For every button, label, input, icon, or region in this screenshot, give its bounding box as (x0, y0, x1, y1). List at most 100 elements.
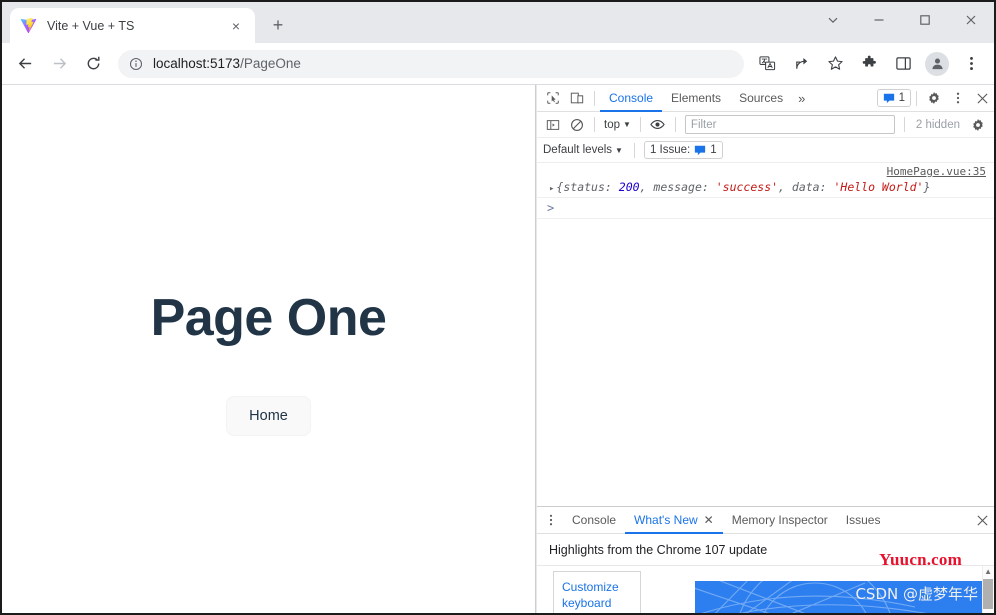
divider (674, 117, 676, 132)
issues-badge[interactable]: 1 (876, 89, 911, 107)
issue-chip-count: 1 (710, 144, 717, 156)
drawer-tab-console[interactable]: Console (563, 507, 625, 534)
home-button[interactable]: Home (226, 396, 311, 436)
side-panel-icon[interactable] (888, 49, 918, 79)
minimize-icon[interactable] (856, 2, 902, 38)
inspect-element-icon[interactable] (542, 87, 564, 109)
reload-icon[interactable] (78, 49, 108, 79)
log-key-status: status: (563, 180, 612, 194)
whats-new-hero-image (695, 581, 994, 613)
whats-new-card[interactable]: Customize keyboard (553, 571, 641, 613)
browser-tab[interactable]: Vite + Vue + TS × (10, 8, 255, 43)
tab-sources[interactable]: Sources (730, 85, 792, 112)
console-log-entry[interactable]: HomePage.vue:35 ▸ {status: 200, message: … (537, 163, 994, 198)
log-key-data: data: (784, 180, 827, 194)
drawer-tab-issues[interactable]: Issues (837, 507, 890, 534)
bookmark-star-icon[interactable] (820, 49, 850, 79)
devtools-more-three-dot-icon[interactable] (947, 87, 969, 109)
tab-console[interactable]: Console (600, 85, 662, 112)
issue-count-label: 1 Issue: (649, 144, 691, 156)
whats-new-panel: Highlights from the Chrome 107 update Cu… (537, 534, 994, 613)
issue-message-icon (694, 144, 706, 156)
profile-avatar[interactable] (922, 49, 952, 79)
devtools-settings-gear-icon[interactable] (923, 87, 945, 109)
console-output: HomePage.vue:35 ▸ {status: 200, message: … (537, 163, 994, 506)
more-tabs-chevron-icon[interactable]: » (792, 91, 811, 106)
url-host: localhost:5173 (153, 56, 241, 71)
console-prompt[interactable]: > (537, 198, 994, 219)
divider (633, 142, 635, 158)
drawer-tab-label: Console (572, 513, 617, 527)
page-content: Page One Home (2, 85, 535, 436)
drawer-tab-label: Issues (845, 513, 881, 527)
devtools-close-icon[interactable] (971, 87, 993, 109)
address-bar-url: localhost:5173/PageOne (153, 56, 301, 71)
log-value-message: 'success' (715, 180, 779, 194)
forward-arrow-icon[interactable] (44, 49, 74, 79)
whats-new-body: Customize keyboard ▲ (537, 566, 994, 613)
drawer-tab-close-icon[interactable]: ✕ (704, 513, 714, 527)
log-close-brace: } (923, 180, 931, 194)
divider (916, 90, 917, 106)
share-icon[interactable] (786, 49, 816, 79)
issue-message-icon (883, 92, 895, 104)
page-title: Page One (150, 289, 387, 347)
translate-icon[interactable] (752, 49, 782, 79)
drawer-tab-label: What's New (634, 513, 698, 527)
console-context-label: top (604, 118, 620, 131)
tab-close-icon[interactable]: × (227, 17, 245, 35)
console-source-link[interactable]: HomePage.vue:35 (887, 165, 986, 178)
console-log-levels-selector[interactable]: Default levels ▼ (543, 144, 629, 156)
toolbar-right-actions (750, 49, 988, 79)
tab-title: Vite + Vue + TS (47, 18, 135, 33)
window-close-icon[interactable] (948, 2, 994, 38)
console-toolbar: top ▼ Filter 2 hidden (537, 112, 994, 138)
window-controls (810, 2, 994, 38)
maximize-icon[interactable] (902, 2, 948, 38)
page-viewport: Page One Home (2, 85, 536, 613)
scroll-up-arrow-icon[interactable]: ▲ (984, 568, 992, 576)
console-levels-bar: Default levels ▼ 1 Issue: 1 (537, 138, 994, 163)
console-sidebar-icon[interactable] (542, 114, 564, 136)
tab-elements[interactable]: Elements (662, 85, 730, 112)
extensions-puzzle-icon[interactable] (854, 49, 884, 79)
browser-toolbar: localhost:5173/PageOne (2, 43, 994, 85)
issues-badge-count: 1 (898, 92, 905, 104)
drawer-tab-whats-new[interactable]: What's New ✕ (625, 507, 723, 534)
whats-new-scrollbar[interactable]: ▲ (982, 566, 994, 613)
divider (903, 117, 905, 132)
devtools-drawer: Console What's New ✕ Memory Inspector Is… (537, 506, 994, 613)
whats-new-headline: Highlights from the Chrome 107 update (537, 534, 994, 566)
device-toolbar-icon[interactable] (566, 87, 588, 109)
clear-console-icon[interactable] (566, 114, 588, 136)
new-tab-button[interactable]: + (264, 11, 292, 39)
issue-count-chip[interactable]: 1 Issue: 1 (643, 141, 723, 159)
browser-window: Vite + Vue + TS × + localhost:5173/PageO… (0, 0, 996, 615)
log-levels-label: Default levels (543, 144, 613, 156)
scrollbar-thumb[interactable] (983, 579, 993, 609)
console-settings-gear-icon[interactable] (967, 114, 989, 136)
drawer-close-icon[interactable] (971, 509, 993, 531)
tab-search-chevron-down-icon[interactable] (810, 2, 856, 38)
log-key-message: message: (646, 180, 709, 194)
browser-menu-three-dot-icon[interactable] (956, 49, 986, 79)
divider (639, 117, 641, 132)
back-arrow-icon[interactable] (10, 49, 40, 79)
url-path: /PageOne (240, 56, 301, 71)
divider (594, 90, 595, 106)
address-bar[interactable]: localhost:5173/PageOne (118, 49, 744, 78)
info-circle-icon[interactable] (128, 56, 144, 72)
drawer-tab-label: Memory Inspector (731, 513, 828, 527)
drawer-more-three-dot-icon[interactable] (540, 509, 562, 531)
tab-strip: Vite + Vue + TS × + (2, 2, 994, 43)
expand-triangle-icon[interactable]: ▸ (549, 184, 554, 194)
devtools-tabbar: Console Elements Sources » 1 (537, 85, 994, 112)
devtools-panel: Console Elements Sources » 1 top ▼ Filte… (537, 85, 994, 613)
console-filter-input[interactable]: Filter (684, 115, 895, 134)
chevron-down-icon: ▼ (623, 120, 631, 129)
console-context-selector[interactable]: top ▼ (600, 115, 635, 134)
live-expression-eye-icon[interactable] (647, 114, 669, 136)
chevron-down-icon: ▼ (615, 145, 623, 155)
drawer-tabbar: Console What's New ✕ Memory Inspector Is… (537, 507, 994, 534)
drawer-tab-memory-inspector[interactable]: Memory Inspector (723, 507, 837, 534)
